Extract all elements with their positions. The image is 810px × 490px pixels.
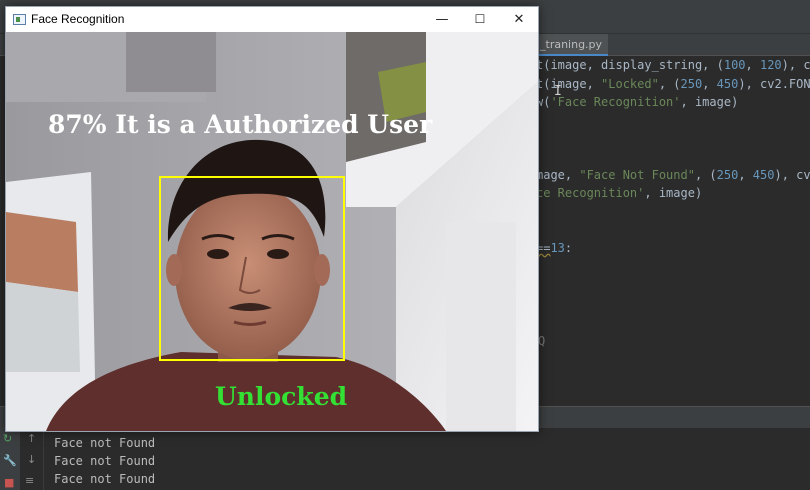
code-line: ce Recognition', image) [536, 186, 703, 200]
lock-status-text: Unlocked [215, 382, 348, 411]
output-line: Face not Found [54, 472, 156, 486]
window-title: Face Recognition [31, 12, 125, 26]
maximize-button[interactable]: ☐ [461, 7, 499, 32]
camera-feed: 87% It is a Authorized User Unlocked [6, 32, 538, 431]
close-button[interactable]: ✕ [500, 7, 538, 32]
text-cursor-icon: I [554, 84, 562, 99]
minimize-button[interactable]: — [423, 7, 461, 32]
window-titlebar[interactable]: Face Recognition — ☐ ✕ [6, 7, 538, 32]
output-line: Face not Found [54, 436, 156, 450]
code-line: Q [538, 334, 546, 348]
app-icon [13, 14, 26, 25]
run-toolbar: ↻ 🔧 ■ [0, 428, 20, 490]
rerun-icon[interactable]: ↻ [3, 432, 12, 445]
code-line: t(image, "Locked", (250, 450), cv2.FONT_ [536, 77, 810, 91]
face-recognition-window[interactable]: Face Recognition — ☐ ✕ 87% It is a Autho… [5, 6, 539, 432]
arrow-down-icon[interactable]: ↓ [27, 453, 36, 466]
code-line: w('Face Recognition', image) [536, 95, 739, 109]
soft-wrap-icon[interactable]: ≡ [25, 474, 34, 487]
code-editor[interactable]: t(image, display_string, (100, 120), cv2… [530, 56, 810, 406]
code-line: t(image, display_string, (100, 120), cv2 [536, 58, 810, 72]
recognition-result-text: 87% It is a Authorized User [48, 110, 433, 139]
run-toolbar-secondary: ↑ ↓ ≡ [20, 428, 44, 490]
stop-icon[interactable]: ■ [4, 476, 14, 489]
wrench-icon[interactable]: 🔧 [3, 454, 17, 467]
arrow-up-icon[interactable]: ↑ [27, 432, 36, 445]
face-bounding-box [159, 176, 345, 361]
output-line: Face not Found [54, 454, 156, 468]
run-output-panel[interactable]: Face not Found Face not Found Face not F… [0, 428, 810, 490]
code-line: mage, "Face Not Found", (250, 450), cv2.… [536, 168, 810, 182]
code-line: ==13: [536, 241, 573, 255]
editor-tab-file[interactable]: _traning.py [538, 34, 609, 56]
